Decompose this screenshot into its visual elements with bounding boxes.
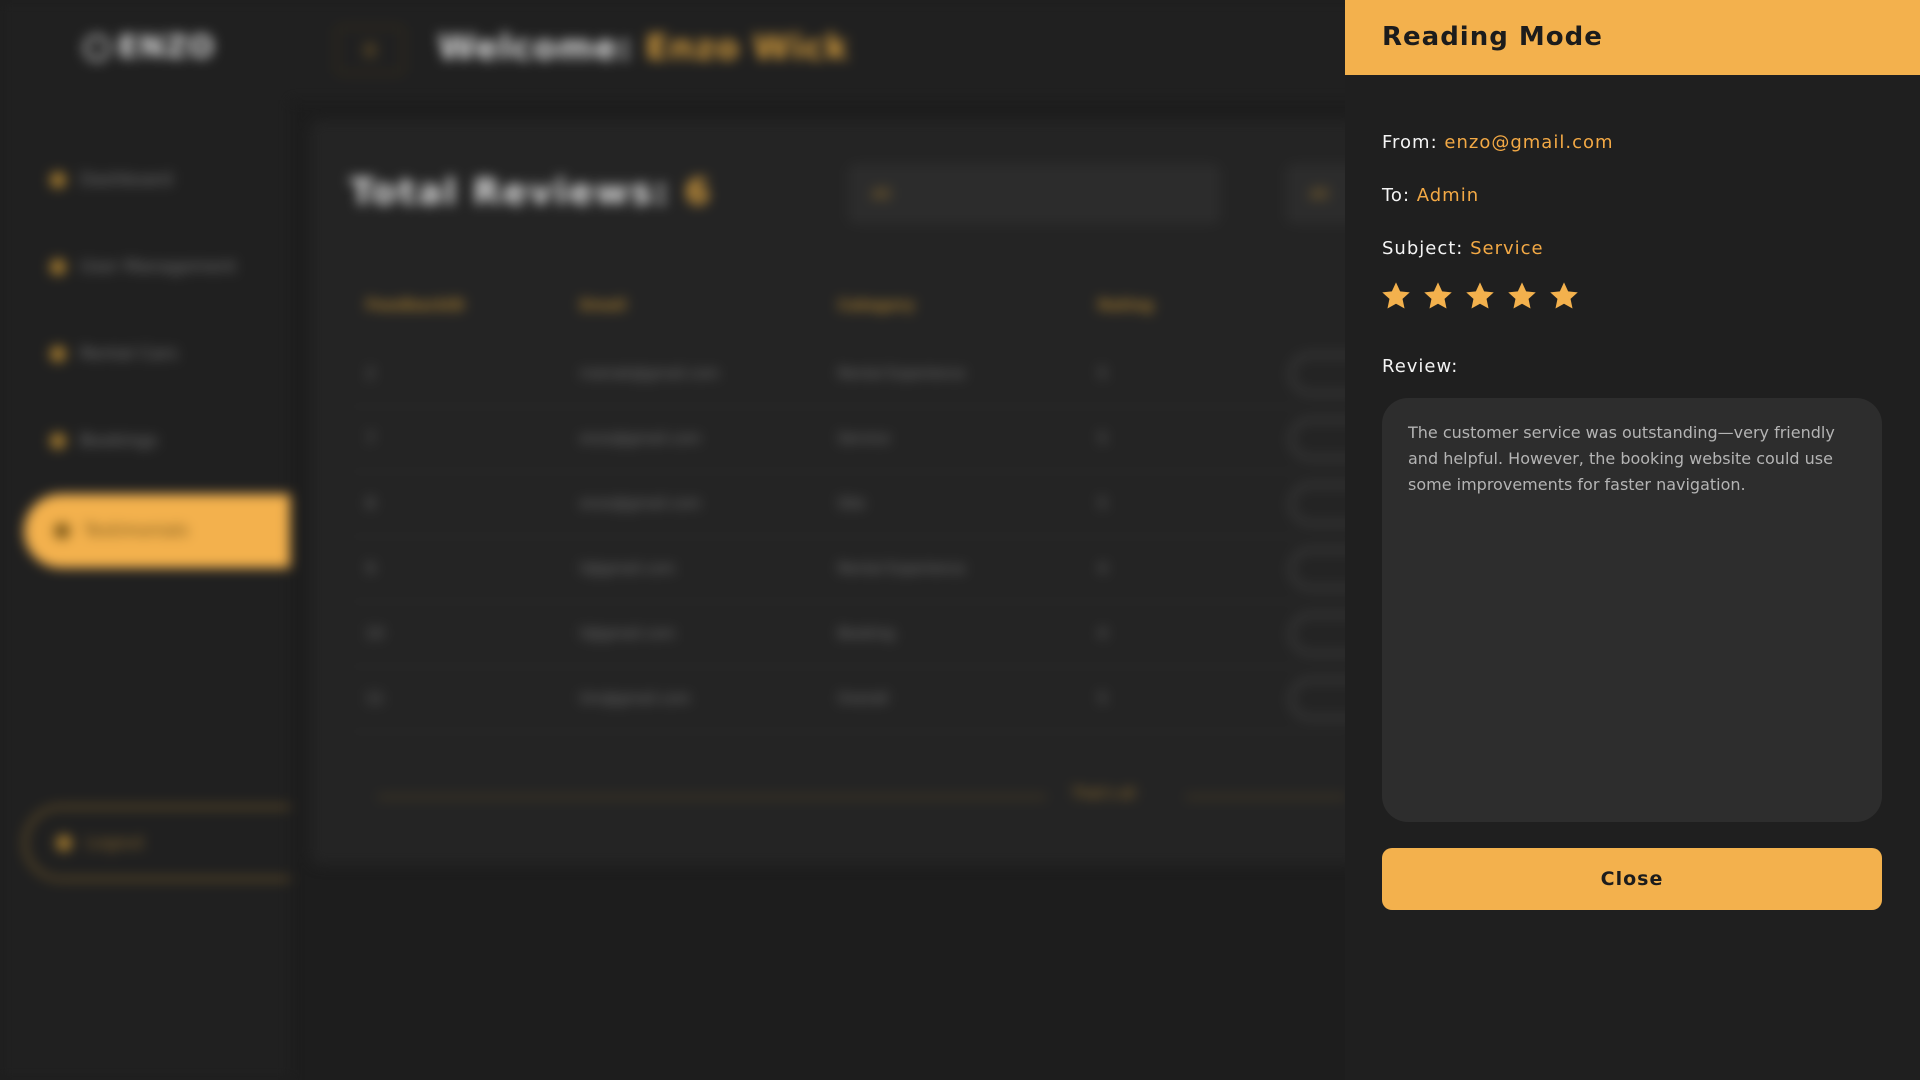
rating-cell: 5 [1098,496,1107,512]
sidebar-item-label: Dashboard [80,170,173,190]
category-search-input[interactable]: All [848,164,1220,224]
to-label: To: [1382,185,1411,206]
pager-text: That's all [1072,786,1136,802]
category-cell: Booking [838,626,895,642]
column-header-email[interactable]: Email [580,296,626,314]
pager-divider [1186,796,1346,798]
email-cell: li@gmail.com [580,561,676,577]
logout-button[interactable]: Logout [24,806,290,880]
sidebar-item-user-management[interactable]: User Management [50,257,236,277]
category-cell: Overall [838,691,889,707]
app-logo[interactable]: ENZO [84,30,215,65]
logout-icon [56,835,72,851]
reading-mode-panel: Reading Mode From: enzo@gmail.com To: Ad… [1345,0,1920,1080]
rating-stars [1380,280,1580,312]
to-field: To: Admin [1382,185,1479,206]
column-header-category[interactable]: Category [838,296,915,314]
email-cell: mainak@gmail.com [580,366,719,382]
review-text: The customer service was outstanding—ver… [1408,423,1835,494]
welcome-label: Welcome: [438,28,633,68]
menu-toggle-button[interactable]: ☰ [336,26,404,74]
hamburger-icon: ☰ [362,40,378,60]
rating-cell: 5 [1098,366,1107,382]
dashboard-icon [50,172,66,188]
category-cell: Site [838,496,865,512]
testimonials-icon [54,523,70,539]
category-cell: Rental Experience [838,561,966,577]
table-row[interactable]: 10 li@gmail.com Booking 4 [350,602,1370,667]
star-icon [1550,282,1578,309]
to-value: Admin [1416,185,1480,206]
table-row[interactable]: 8 enzo@gmail.com Site 5 [350,472,1370,537]
subject-label: Subject: [1382,238,1464,259]
close-button[interactable]: Close [1382,848,1882,910]
sidebar-item-label: Bookings [80,431,158,451]
calendar-icon [50,433,66,449]
user-name: Enzo Wick [645,28,849,68]
logout-label: Logout [86,833,145,853]
table-row[interactable]: 7 enzo@gmail.com Service 5 [350,407,1370,472]
feedback-id-cell: 10 [366,626,384,642]
reading-mode-title: Reading Mode [1382,22,1603,52]
logo-text: ENZO [118,30,215,65]
car-icon [50,346,66,362]
feedback-id-cell: 8 [366,496,375,512]
feedback-id-cell: 7 [366,431,375,447]
users-icon [50,259,66,275]
table-row[interactable]: 9 li@gmail.com Rental Experience 4 [350,537,1370,602]
pager-divider [378,796,1046,798]
logo-icon [84,34,110,61]
subject-value: Service [1470,238,1544,259]
review-label: Review: [1382,356,1459,377]
from-field: From: enzo@gmail.com [1382,132,1614,153]
sidebar-item-rental-cars[interactable]: Rental Cars [50,344,178,364]
star-icon [1424,282,1452,309]
sidebar-item-label: User Management [80,257,237,277]
rating-cell: 5 [1098,431,1107,447]
total-reviews: Total Reviews: 6 [350,172,712,213]
feedback-id-cell: 2 [366,366,375,382]
sidebar-item-label: Testimonials [84,521,189,541]
reading-mode-header: Reading Mode [1345,0,1920,75]
column-header-feedbackid[interactable]: FeedbackID [366,296,464,314]
category-cell: Rental Experience [838,366,966,382]
from-label: From: [1382,132,1438,153]
email-cell: li@gmail.com [580,626,676,642]
column-header-rating[interactable]: Rating [1098,296,1153,314]
email-cell: enzo@gmail.com [580,496,701,512]
category-cell: Service [838,431,890,447]
feedback-id-cell: 11 [366,691,384,707]
total-reviews-label: Total Reviews: [350,172,671,213]
email-cell: tim@gmail.com [580,691,691,707]
rating-cell: 4 [1098,626,1107,642]
rating-cell: 4 [1098,561,1107,577]
table-row[interactable]: 2 mainak@gmail.com Rental Experience 5 [350,342,1370,407]
email-cell: enzo@gmail.com [580,431,701,447]
rating-cell: 5 [1098,691,1107,707]
total-reviews-count: 6 [684,172,712,213]
sidebar-item-label: Rental Cars [80,344,178,364]
sidebar-item-dashboard[interactable]: Dashboard [50,170,172,190]
review-textbox[interactable]: The customer service was outstanding—ver… [1382,398,1882,822]
star-icon [1466,282,1494,309]
subject-field: Subject: Service [1382,238,1544,259]
from-value: enzo@gmail.com [1444,132,1614,153]
welcome-heading: Welcome: Enzo Wick [438,28,849,68]
table-row[interactable]: 11 tim@gmail.com Overall 5 [350,667,1370,732]
sidebar-item-testimonials[interactable]: Testimonials [24,494,290,568]
star-icon [1382,282,1410,309]
sidebar-item-bookings[interactable]: Bookings [50,431,157,451]
feedback-id-cell: 9 [366,561,375,577]
star-icon [1508,282,1536,309]
